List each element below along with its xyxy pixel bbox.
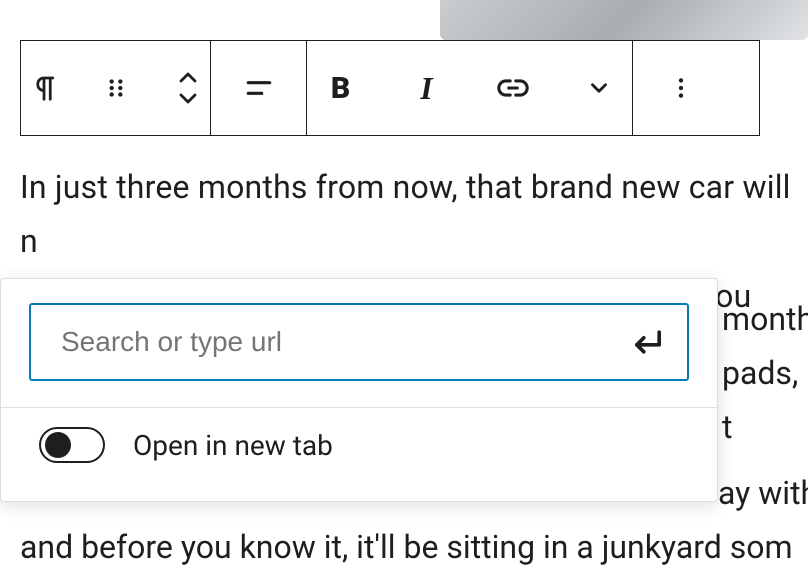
popover-divider — [1, 407, 717, 408]
text-fragment-tail-2: and before you know it, it'll be sitting… — [20, 520, 808, 572]
featured-image-fragment — [440, 0, 808, 40]
link-popover: Open in new tab — [0, 278, 718, 502]
link-icon[interactable] — [491, 66, 535, 110]
block-toolbar: B I — [20, 40, 760, 136]
bold-button[interactable]: B — [319, 66, 363, 110]
paragraph-icon[interactable] — [22, 66, 66, 110]
submit-icon[interactable] — [631, 325, 665, 359]
drag-icon[interactable] — [94, 66, 138, 110]
toggle-knob — [45, 432, 71, 458]
text-fragment-right-4: pads, t — [722, 346, 808, 455]
toolbar-group-align — [211, 41, 307, 135]
text-line-1: In just three months from now, that bran… — [20, 168, 799, 260]
text-fragment-tail-1: ay with — [718, 466, 808, 520]
link-url-input[interactable] — [61, 326, 631, 358]
toolbar-group-block — [21, 41, 211, 135]
align-left-icon[interactable] — [237, 66, 281, 110]
move-updown-icon[interactable] — [166, 66, 210, 110]
open-new-tab-label: Open in new tab — [133, 429, 333, 462]
link-input-wrapper — [29, 303, 689, 381]
toolbar-group-more — [633, 41, 729, 135]
toolbar-group-format: B I — [307, 41, 633, 135]
text-fragment-right-3: months — [722, 292, 808, 346]
chevron-down-icon[interactable] — [577, 66, 621, 110]
open-new-tab-toggle[interactable] — [39, 427, 105, 463]
more-vertical-icon[interactable] — [659, 66, 703, 110]
open-new-tab-row: Open in new tab — [39, 427, 333, 463]
italic-button[interactable]: I — [405, 66, 449, 110]
